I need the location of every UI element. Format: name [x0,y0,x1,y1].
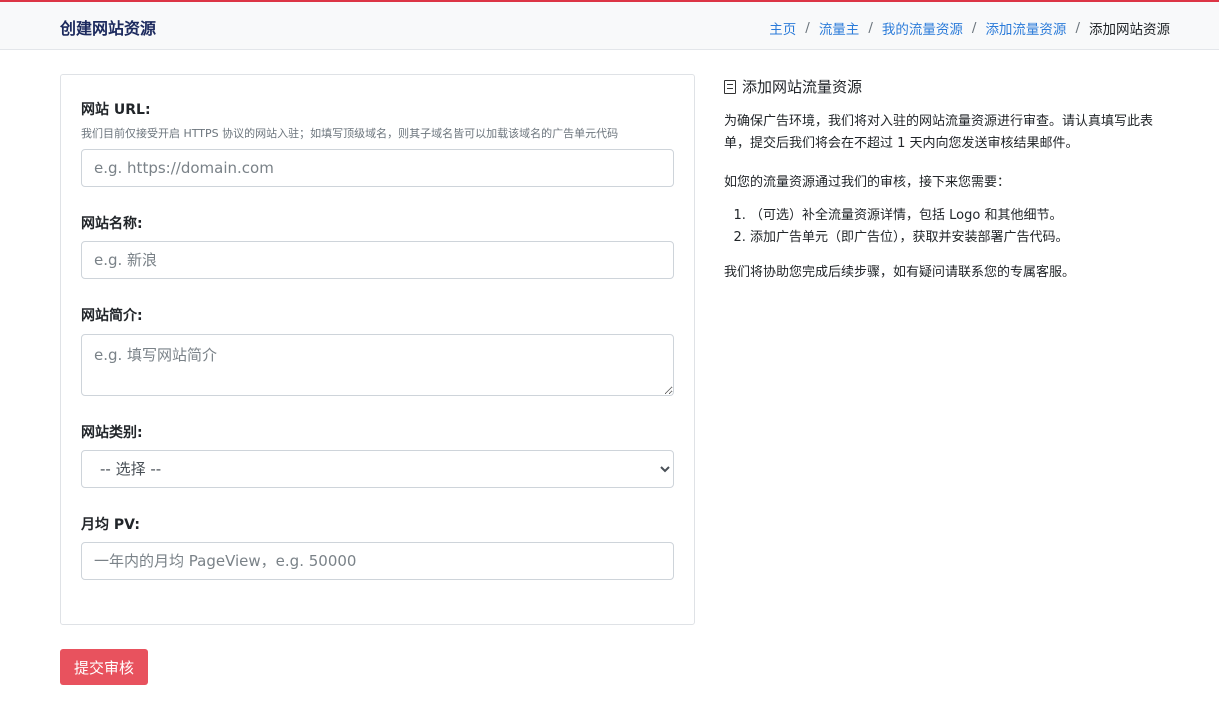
website-resource-form: 网站 URL: 我们目前仅接受开启 HTTPS 协议的网站入驻；如填写顶级域名，… [60,74,695,625]
info-closing-text: 我们将协助您完成后续步骤，如有疑问请联系您的专属客服。 [724,265,1076,280]
url-hint: 我们目前仅接受开启 HTTPS 协议的网站入驻；如填写顶级域名，则其子域名皆可以… [81,127,619,140]
breadcrumb-separator: / [1075,20,1080,36]
info-intro-text: 为确保广告环境，我们将对入驻的网站流量资源进行审查。请认真填写此表单，提交后我们… [724,114,1154,151]
list-item: （可选）补全流量资源详情，包括 Logo 和其他细节。 [750,205,1170,227]
info-title: 添加网站流量资源 [724,76,1170,97]
category-label: 网站类别: [81,425,143,441]
breadcrumb-separator: / [868,20,873,36]
info-title-text: 添加网站流量资源 [742,78,863,96]
document-icon [724,79,736,94]
url-label: 网站 URL: [81,102,151,118]
intro-label: 网站简介: [81,308,143,324]
url-input[interactable] [81,149,674,187]
breadcrumb-current: 添加网站资源 [1089,22,1170,38]
monthly-pv-input[interactable] [81,542,674,580]
category-select[interactable]: -- 选择 -- [81,450,674,488]
submit-review-button[interactable]: 提交审核 [60,649,148,685]
breadcrumb: 主页 / 流量主 / 我的流量资源 / 添加流量资源 / 添加网站资源 [769,18,1170,38]
name-label: 网站名称: [81,216,143,232]
top-header-bar: 创建网站资源 主页 / 流量主 / 我的流量资源 / 添加流量资源 / 添加网站… [0,0,1219,50]
list-item: 添加广告单元（即广告位），获取并安装部署广告代码。 [750,227,1170,249]
pv-label: 月均 PV: [81,517,140,533]
breadcrumb-publisher-link[interactable]: 流量主 [819,18,860,38]
breadcrumb-separator: / [971,20,977,36]
site-intro-textarea[interactable] [81,334,674,396]
info-panel: 添加网站流量资源 为确保广告环境，我们将对入驻的网站流量资源进行审查。请认真填写… [724,74,1170,284]
next-steps-list: （可选）补全流量资源详情，包括 Logo 和其他细节。 添加广告单元（即广告位）… [724,205,1170,249]
site-name-input[interactable] [81,241,674,279]
breadcrumb-add-resource-link[interactable]: 添加流量资源 [985,18,1066,38]
info-next-steps-intro: 如您的流量资源通过我们的审核，接下来您需要： [724,175,1011,190]
page-title: 创建网站资源 [60,19,157,38]
breadcrumb-my-resources-link[interactable]: 我的流量资源 [882,18,963,38]
breadcrumb-home-link[interactable]: 主页 [769,18,796,38]
breadcrumb-separator: / [805,20,810,36]
